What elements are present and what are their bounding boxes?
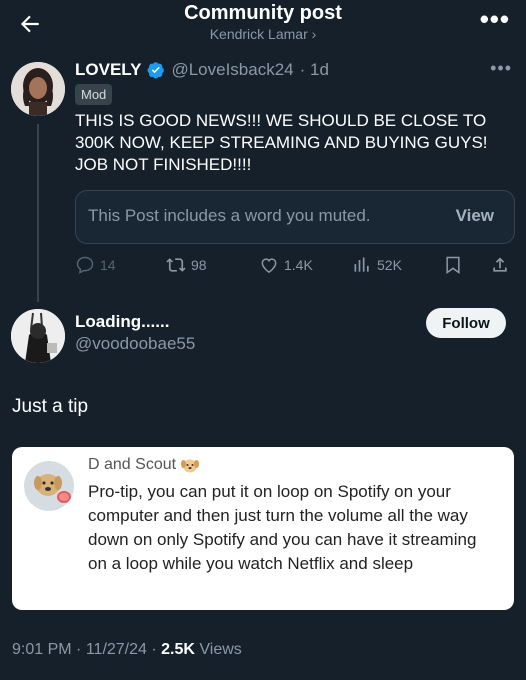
page-title: Community post: [184, 2, 342, 24]
share-button[interactable]: [490, 255, 510, 275]
dog-emoji-icon: [181, 459, 200, 473]
post-time: 9:01 PM: [12, 641, 72, 658]
quoted-text: Pro-tip, you can put it on loop on Spoti…: [88, 482, 477, 573]
quoted-author-row: D and Scout: [88, 456, 200, 474]
reply-button[interactable]: 14: [75, 255, 116, 275]
post-time: · 1d: [299, 60, 329, 79]
share-icon: [493, 257, 507, 272]
muted-notice: This Post includes a word you muted. Vie…: [75, 190, 515, 244]
author-handle[interactable]: @voodoobae55: [75, 334, 195, 354]
quoted-author-name: D and Scout: [88, 456, 177, 473]
verified-badge-icon: [147, 62, 165, 79]
more-options-button[interactable]: •••: [480, 4, 510, 35]
like-button[interactable]: 1.4K: [259, 255, 313, 275]
repost-count: 98: [191, 257, 207, 273]
view-button[interactable]: View: [456, 206, 494, 226]
avatar[interactable]: [11, 309, 65, 363]
quoted-post[interactable]: D and Scout Pro-tip, you can put it on l…: [12, 447, 514, 610]
author-name[interactable]: Loading......: [75, 312, 169, 332]
views-button[interactable]: 52K: [352, 255, 402, 275]
muted-notice-text: This Post includes a word you muted.: [88, 206, 371, 225]
bookmark-icon: [446, 256, 460, 274]
bookmark-button[interactable]: [443, 255, 463, 275]
reply-count: 14: [100, 257, 116, 273]
mod-badge: Mod: [75, 84, 113, 105]
author-handle[interactable]: @LoveIsback24: [171, 60, 293, 80]
author-name[interactable]: LOVELY: [75, 60, 141, 80]
post-date: 11/27/24: [85, 641, 147, 658]
reply-text: Just a tip: [12, 396, 89, 417]
avatar[interactable]: [11, 62, 65, 116]
reply-icon: [76, 256, 94, 274]
view-count: 2.5K: [161, 641, 195, 658]
heart-icon: [261, 258, 277, 273]
view-count: 52K: [377, 257, 402, 273]
avatar: [24, 461, 74, 511]
bar-chart-icon: [354, 257, 369, 272]
views-label: Views: [199, 641, 242, 658]
post-more-button[interactable]: •••: [490, 58, 512, 79]
like-count: 1.4K: [284, 257, 313, 273]
post-header: LOVELY @LoveIsback24 · 1d: [75, 60, 329, 80]
thread-line: [37, 124, 39, 302]
post-text: THIS IS GOOD NEWS!!! WE SHOULD BE CLOSE …: [75, 111, 488, 174]
follow-button[interactable]: Follow: [426, 308, 506, 338]
post-meta: 9:01 PM · 11/27/24 · 2.5K Views: [12, 641, 242, 658]
repost-button[interactable]: 98: [166, 255, 207, 275]
community-link[interactable]: Kendrick Lamar ›: [0, 26, 526, 42]
repost-icon: [166, 258, 186, 272]
